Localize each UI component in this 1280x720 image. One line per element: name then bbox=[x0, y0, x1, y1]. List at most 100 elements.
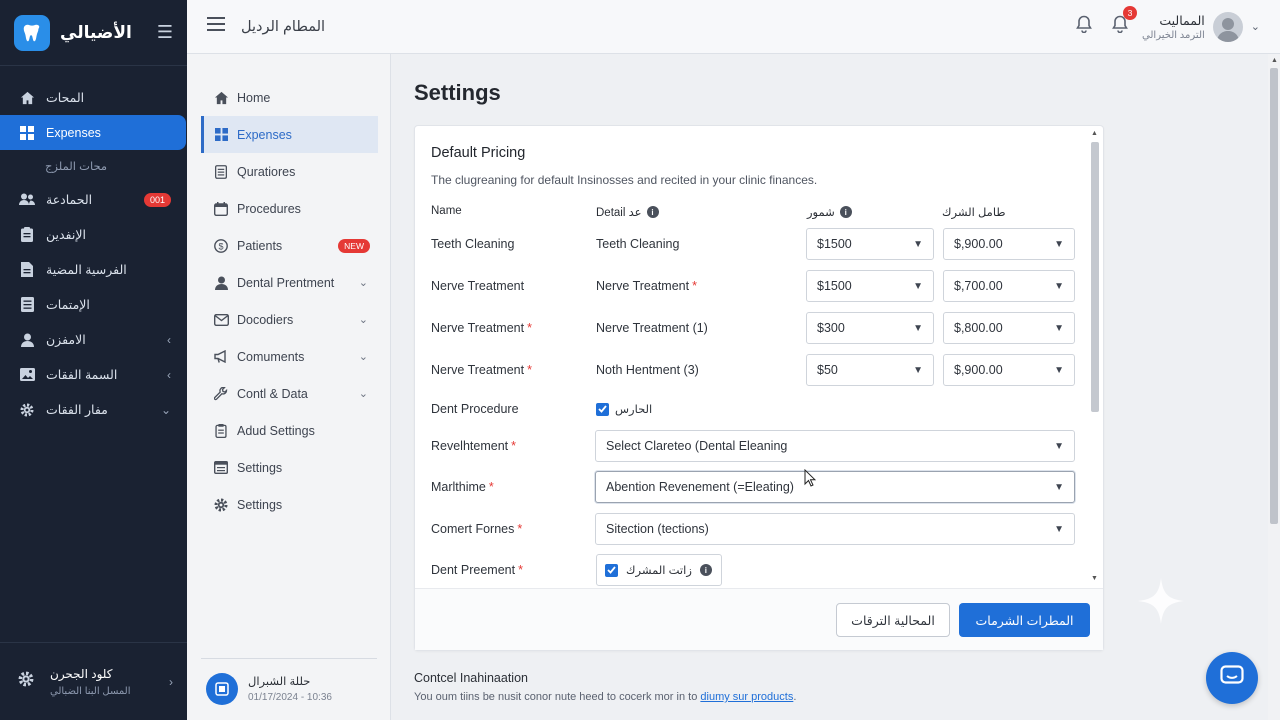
primary-nav-item-home[interactable]: المحات bbox=[0, 80, 187, 115]
svg-text:$: $ bbox=[218, 241, 223, 251]
nav-item-home[interactable]: Home bbox=[201, 79, 378, 116]
nav-item-docodiers[interactable]: Docodiers ⌄ bbox=[201, 301, 378, 338]
dent-preement-checkbox[interactable]: زاتت المشرك i bbox=[596, 554, 722, 586]
alt-price-select[interactable]: $,900.00 ▼ bbox=[943, 354, 1075, 386]
bell-icon bbox=[1112, 15, 1128, 37]
info-icon[interactable]: i bbox=[839, 206, 852, 218]
marlthime-select[interactable]: Abention Revenement (=Eleating) ▼ bbox=[595, 471, 1075, 503]
dent-procedure-checkbox[interactable]: الحارس bbox=[596, 402, 652, 416]
info-icon[interactable]: i bbox=[699, 564, 712, 576]
price-select[interactable]: $1500 ▼ bbox=[806, 228, 934, 260]
alt-price-value: $,900.00 bbox=[954, 363, 1003, 377]
chevron-down-icon: ⌄ bbox=[358, 388, 368, 400]
chevron-down-icon: ⌄ bbox=[358, 314, 368, 326]
primary-nav-item-gallery[interactable]: السمة الفقات ‹ bbox=[0, 357, 187, 392]
header-title: المطام الرديل bbox=[241, 18, 326, 35]
brand-header: الأضيالي ☰ bbox=[0, 0, 187, 66]
notifications-button[interactable]: 3 bbox=[1112, 6, 1138, 38]
chevron-down-icon: ▼ bbox=[913, 280, 923, 292]
scrollbar-thumb[interactable] bbox=[1091, 142, 1099, 412]
primary-nav-item-lists[interactable]: الإمتمات bbox=[0, 287, 187, 322]
scrollbar-thumb[interactable] bbox=[1270, 68, 1278, 524]
nav-item-adud-settings[interactable]: Adud Settings bbox=[201, 412, 378, 449]
gear-icon bbox=[18, 402, 36, 418]
revelhtement-select[interactable]: Select Clareteo (Dental Eleaning ▼ bbox=[595, 430, 1075, 462]
nav-item-quratiores[interactable]: Quratiores bbox=[201, 153, 378, 190]
nav-item-label: Expenses bbox=[237, 127, 292, 142]
scroll-up-icon[interactable]: ▲ bbox=[1091, 130, 1098, 137]
table-icon bbox=[213, 460, 229, 476]
nav-item-settings-table[interactable]: Settings bbox=[201, 449, 378, 486]
nav-item-settings[interactable]: Settings bbox=[201, 486, 378, 523]
sync-timestamp: 01/17/2024 - 10:36 bbox=[248, 692, 332, 703]
context-title: Contcel Inahinaation bbox=[414, 671, 528, 685]
coin-icon: $ bbox=[213, 238, 229, 254]
primary-nav-item-members[interactable]: الحمادعة 001 bbox=[0, 182, 187, 217]
column-header-label: شمور bbox=[807, 207, 835, 219]
primary-nav-item-storage[interactable]: الامفزن ‹ bbox=[0, 322, 187, 357]
primary-nav-label: السمة الفقات bbox=[46, 368, 118, 382]
field-label-text: Marlthime bbox=[431, 480, 486, 494]
user-name: المماليت bbox=[1159, 13, 1205, 28]
primary-nav-subitem[interactable]: محات الملزج bbox=[0, 150, 187, 182]
nav-item-comuments[interactable]: Comuments ⌄ bbox=[201, 338, 378, 375]
price-select[interactable]: $300 ▼ bbox=[806, 312, 934, 344]
alt-price-select[interactable]: $,700.00 ▼ bbox=[943, 270, 1075, 302]
primary-nav-item-expenses[interactable]: Expenses bbox=[0, 115, 186, 150]
nav-item-expenses[interactable]: Expenses bbox=[201, 116, 378, 153]
column-header-label: طامل الشرك bbox=[942, 207, 1006, 219]
primary-nav-label: المحات bbox=[46, 91, 85, 105]
comert-fornes-select[interactable]: Sitection (tections) ▼ bbox=[595, 513, 1075, 545]
bell-icon[interactable] bbox=[1076, 15, 1092, 38]
nav-item-label: Comuments bbox=[237, 349, 305, 364]
row-name-text: Nerve Treatment bbox=[431, 321, 525, 335]
secondary-button[interactable]: المحالية الترقات bbox=[836, 603, 950, 637]
card-scrollbar[interactable]: ▲ ▼ bbox=[1091, 130, 1099, 582]
sync-status[interactable]: حللة الشبرال 01/17/2024 - 10:36 bbox=[201, 658, 377, 712]
chevron-right-icon: › bbox=[169, 674, 173, 689]
clipboard-icon bbox=[213, 423, 229, 439]
primary-nav-label: الفرسية المضية bbox=[46, 263, 127, 277]
nav-item-patients[interactable]: $ Patients NEW bbox=[201, 227, 378, 264]
nav-item-label: Docodiers bbox=[237, 312, 294, 327]
row-detail: Nerve Treatment (1) bbox=[596, 321, 708, 335]
save-button[interactable]: المطرات الشرمات bbox=[959, 603, 1090, 637]
info-icon[interactable]: i bbox=[646, 206, 659, 218]
avatar[interactable] bbox=[1212, 11, 1243, 42]
primary-nav-label: الإمتمات bbox=[46, 298, 90, 312]
column-header-alt-price: طامل الشرك bbox=[942, 205, 1006, 219]
products-link[interactable]: diumy sur products bbox=[700, 691, 793, 703]
chevron-down-icon: ▼ bbox=[1054, 280, 1064, 292]
card-scroll-area[interactable]: Default Pricing The clugreaning for defa… bbox=[415, 126, 1091, 588]
checkbox-label: الحارس bbox=[615, 404, 653, 416]
primary-nav-item-documents[interactable]: الفرسية المضية bbox=[0, 252, 187, 287]
page-scrollbar[interactable]: ▲ bbox=[1268, 54, 1280, 720]
alt-price-select[interactable]: $,900.00 ▼ bbox=[943, 228, 1075, 260]
scroll-up-icon[interactable]: ▲ bbox=[1271, 57, 1278, 64]
nav-item-procedures[interactable]: Procedures bbox=[201, 190, 378, 227]
price-select[interactable]: $50 ▼ bbox=[806, 354, 934, 386]
menu-icon[interactable] bbox=[207, 17, 225, 36]
required-marker: * bbox=[527, 363, 532, 377]
alt-price-select[interactable]: $,800.00 ▼ bbox=[943, 312, 1075, 344]
page-title: Settings bbox=[414, 80, 501, 105]
row-name: Nerve Treatment * bbox=[431, 321, 532, 335]
count-badge: 001 bbox=[143, 192, 171, 207]
row-name-text: Teeth Cleaning bbox=[431, 237, 515, 251]
primary-nav-label: الإنفدين bbox=[46, 228, 86, 242]
scroll-down-icon[interactable]: ▼ bbox=[1091, 575, 1098, 582]
field-label-text: Dent Preement bbox=[431, 563, 516, 577]
tooth-logo-icon[interactable] bbox=[14, 14, 50, 51]
menu-icon[interactable]: ☰ bbox=[157, 22, 173, 43]
chevron-down-icon: ⌄ bbox=[358, 277, 368, 289]
chat-button[interactable] bbox=[1206, 652, 1258, 704]
primary-nav-label: محات الملزج bbox=[45, 161, 108, 173]
user-menu[interactable]: المماليت الترمد الخيرالي ⌄ bbox=[1142, 11, 1260, 42]
nav-item-dental-prentment[interactable]: Dental Prentment ⌄ bbox=[201, 264, 378, 301]
sidebar-footer[interactable]: كلود الجحرن المسل البنا الضبالي › bbox=[0, 642, 187, 720]
price-select[interactable]: $1500 ▼ bbox=[806, 270, 934, 302]
primary-nav-item-settings[interactable]: مفار الفقات ⌄ bbox=[0, 392, 187, 427]
notification-badge: 3 bbox=[1123, 6, 1138, 20]
nav-item-contl-data[interactable]: Contl & Data ⌄ bbox=[201, 375, 378, 412]
primary-nav-item-records[interactable]: الإنفدين bbox=[0, 217, 187, 252]
